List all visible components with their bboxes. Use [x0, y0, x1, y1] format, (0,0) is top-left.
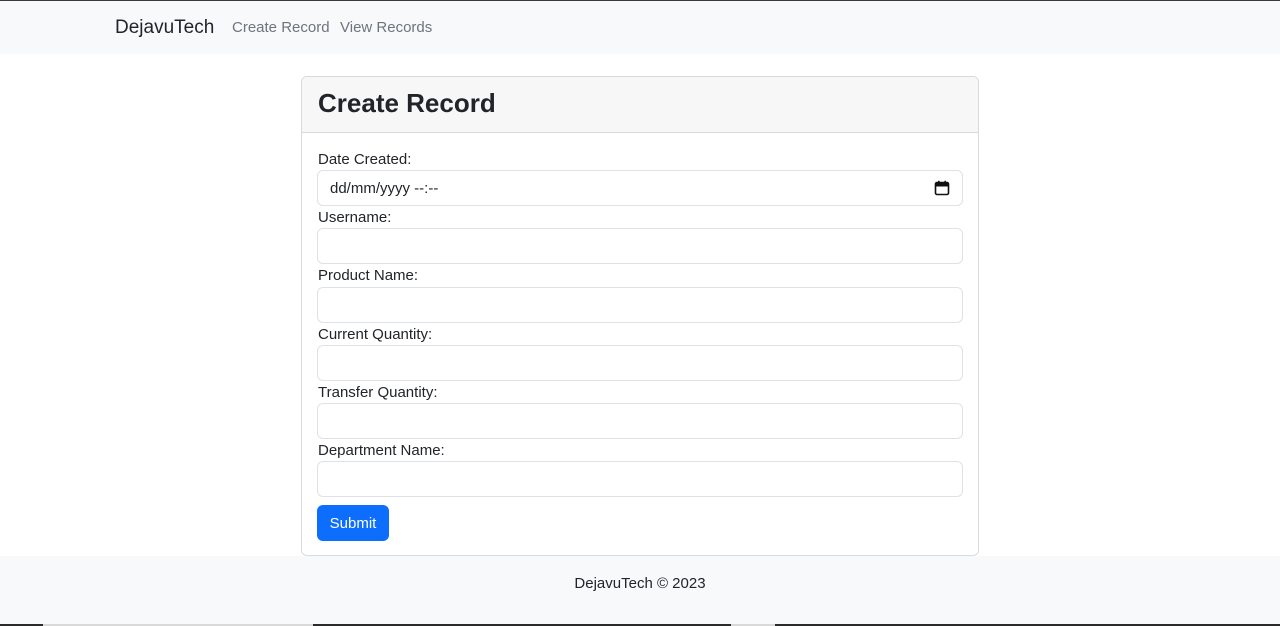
transfer-quantity-input[interactable] [317, 403, 963, 439]
department-name-input[interactable] [317, 461, 963, 497]
department-name-label: Department Name: [318, 442, 445, 459]
brand-link[interactable]: DejavuTech [115, 16, 214, 40]
date-created-input[interactable]: dd/mm/yyyy --:-- [317, 170, 963, 206]
card-header: Create Record [302, 77, 978, 133]
transfer-quantity-label: Transfer Quantity: [318, 384, 438, 401]
date-created-value: dd/mm/yyyy --:-- [330, 179, 439, 197]
product-name-label: Product Name: [318, 267, 419, 284]
current-quantity-label: Current Quantity: [318, 326, 433, 343]
calendar-icon[interactable] [934, 180, 950, 196]
date-created-label: Date Created: [318, 151, 412, 168]
submit-button[interactable]: Submit [317, 505, 389, 541]
create-record-card: Create Record Date Created: dd/mm/yyyy -… [301, 76, 979, 556]
nav-link-view-records[interactable]: View Records [340, 18, 432, 38]
footer: DejavuTech © 2023 [0, 556, 1280, 624]
product-name-input[interactable] [317, 287, 963, 323]
username-input[interactable] [317, 228, 963, 264]
navbar: DejavuTech Create Record View Records [0, 1, 1280, 54]
footer-copyright: DejavuTech © 2023 [574, 575, 706, 592]
nav-link-create-record[interactable]: Create Record [232, 18, 330, 38]
page-title: Create Record [318, 88, 496, 118]
username-label: Username: [318, 209, 392, 226]
current-quantity-input[interactable] [317, 345, 963, 381]
